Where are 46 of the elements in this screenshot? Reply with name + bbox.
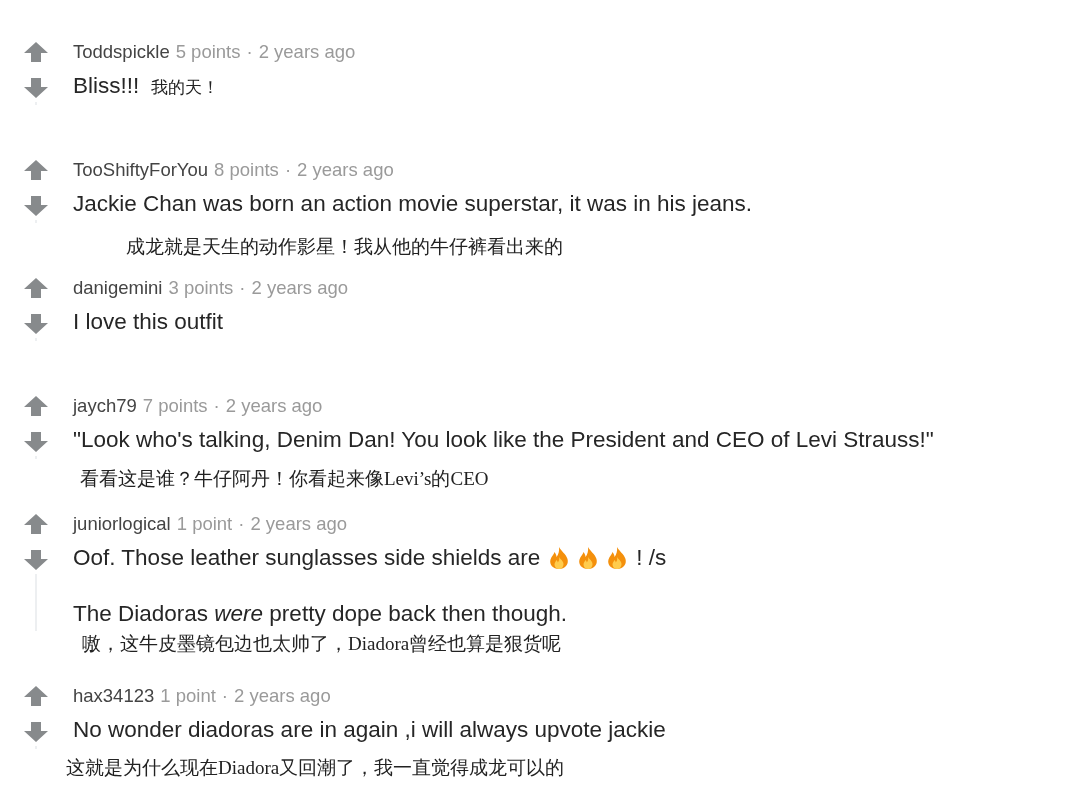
translation-text: 我的天！ bbox=[151, 77, 220, 99]
fire-icon bbox=[607, 547, 628, 569]
separator-dot: · bbox=[238, 512, 245, 536]
separator-dot: · bbox=[284, 158, 292, 182]
translation-text: 看看这是谁？牛仔阿丹！你看起来像Levi’s的CEO bbox=[80, 468, 489, 490]
points-text: 8 points bbox=[214, 158, 279, 182]
points-text: 1 point bbox=[160, 684, 216, 708]
comment-text: Bliss!!! bbox=[73, 72, 140, 100]
down-arrow-icon[interactable] bbox=[24, 722, 48, 742]
username-link[interactable]: Toddspickle bbox=[73, 40, 170, 64]
comment-text: Oof. Those leather sunglasses side shields are bbox=[73, 544, 541, 572]
translation-text: 成龙就是天生的动作影星！我从他的牛仔裤看出来的 bbox=[126, 236, 563, 258]
down-arrow-icon[interactable] bbox=[24, 432, 48, 452]
username-link[interactable]: danigemini bbox=[73, 276, 163, 300]
separator-dot: · bbox=[239, 276, 246, 300]
fire-icon bbox=[549, 547, 570, 569]
points-text: 3 points bbox=[168, 276, 234, 300]
points-text: 1 point bbox=[176, 512, 233, 536]
up-arrow-icon[interactable] bbox=[24, 160, 48, 180]
comment-text: ! /s bbox=[636, 544, 667, 572]
points-text: 7 points bbox=[142, 394, 208, 418]
comment-text: "Look who's talking, Denim Dan! You look like the President and CEO of Levi Strauss!" bbox=[73, 426, 934, 454]
up-arrow-icon[interactable] bbox=[24, 278, 48, 298]
separator-dot: · bbox=[213, 394, 220, 418]
separator-dot: · bbox=[246, 40, 253, 64]
down-arrow-icon[interactable] bbox=[24, 78, 48, 98]
up-arrow-icon[interactable] bbox=[24, 42, 48, 62]
username-link[interactable]: jaych79 bbox=[73, 394, 137, 418]
down-arrow-icon[interactable] bbox=[24, 550, 48, 570]
up-arrow-icon[interactable] bbox=[24, 396, 48, 416]
translation-text: 这就是为什么现在Diadora又回潮了，我一直觉得成龙可以的 bbox=[66, 757, 565, 779]
comment-text: The Diadoras were pretty dope back then though. bbox=[73, 600, 568, 628]
username-link[interactable]: hax34123 bbox=[73, 684, 155, 708]
up-arrow-icon[interactable] bbox=[24, 686, 48, 706]
comment-text: I love this outfit bbox=[73, 308, 224, 336]
down-arrow-icon[interactable] bbox=[24, 196, 48, 216]
up-arrow-icon[interactable] bbox=[24, 514, 48, 534]
comment-text: Jackie Chan was born an action movie superstar, it was in his jeans. bbox=[73, 190, 753, 218]
points-text: 5 points bbox=[175, 40, 241, 64]
username-link[interactable]: TooShiftyForYou bbox=[73, 158, 209, 182]
separator-dot: · bbox=[221, 684, 228, 708]
fire-icon bbox=[578, 547, 599, 569]
comment-text: No wonder diadoras are in again ,i will always upvote jackie bbox=[73, 716, 666, 744]
translation-text: 嗷，这牛皮墨镜包边也太帅了，Diadora曾经也算是狠货呢 bbox=[82, 633, 562, 655]
username-link[interactable]: juniorlogical bbox=[73, 512, 171, 536]
down-arrow-icon[interactable] bbox=[24, 314, 48, 334]
